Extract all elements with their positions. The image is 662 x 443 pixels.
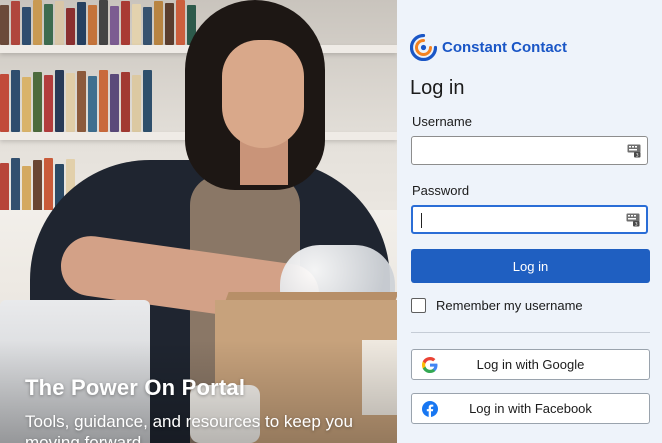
hero-subtitle: Tools, guidance, and resources to keep y… xyxy=(25,412,353,443)
username-field-wrapper: 3 xyxy=(411,136,648,165)
facebook-login-button[interactable]: Log in with Facebook xyxy=(411,393,650,424)
google-login-label: Log in with Google xyxy=(476,357,585,372)
divider xyxy=(411,332,650,333)
remember-label: Remember my username xyxy=(436,298,583,313)
password-field-wrapper: 3 xyxy=(411,205,648,234)
brand-logo[interactable]: Constant Contact xyxy=(410,34,567,61)
google-icon xyxy=(422,357,438,373)
login-button[interactable]: Log in xyxy=(411,249,650,283)
facebook-icon xyxy=(422,401,438,417)
username-input[interactable] xyxy=(412,137,622,164)
constant-contact-logo-icon xyxy=(410,34,437,61)
person-face xyxy=(222,40,304,148)
login-title: Log in xyxy=(410,77,465,99)
google-login-button[interactable]: Log in with Google xyxy=(411,349,650,380)
password-label: Password xyxy=(412,183,470,198)
facebook-login-label: Log in with Facebook xyxy=(469,401,592,416)
hero-title: The Power On Portal xyxy=(25,375,246,400)
login-panel: Constant Contact Log in Username 3 Passw… xyxy=(397,0,662,443)
password-manager-icon[interactable]: 3 xyxy=(627,144,641,158)
svg-text:3: 3 xyxy=(636,153,639,158)
remember-username[interactable]: Remember my username xyxy=(411,298,583,313)
password-manager-icon[interactable]: 3 xyxy=(626,213,640,227)
password-input[interactable] xyxy=(413,207,623,232)
brand-name: Constant Contact xyxy=(442,39,567,56)
username-label: Username xyxy=(412,114,472,129)
remember-checkbox[interactable] xyxy=(411,298,426,313)
hero-image: The Power On Portal Tools, guidance, and… xyxy=(0,0,397,443)
svg-text:3: 3 xyxy=(635,222,638,227)
text-cursor xyxy=(421,213,422,228)
